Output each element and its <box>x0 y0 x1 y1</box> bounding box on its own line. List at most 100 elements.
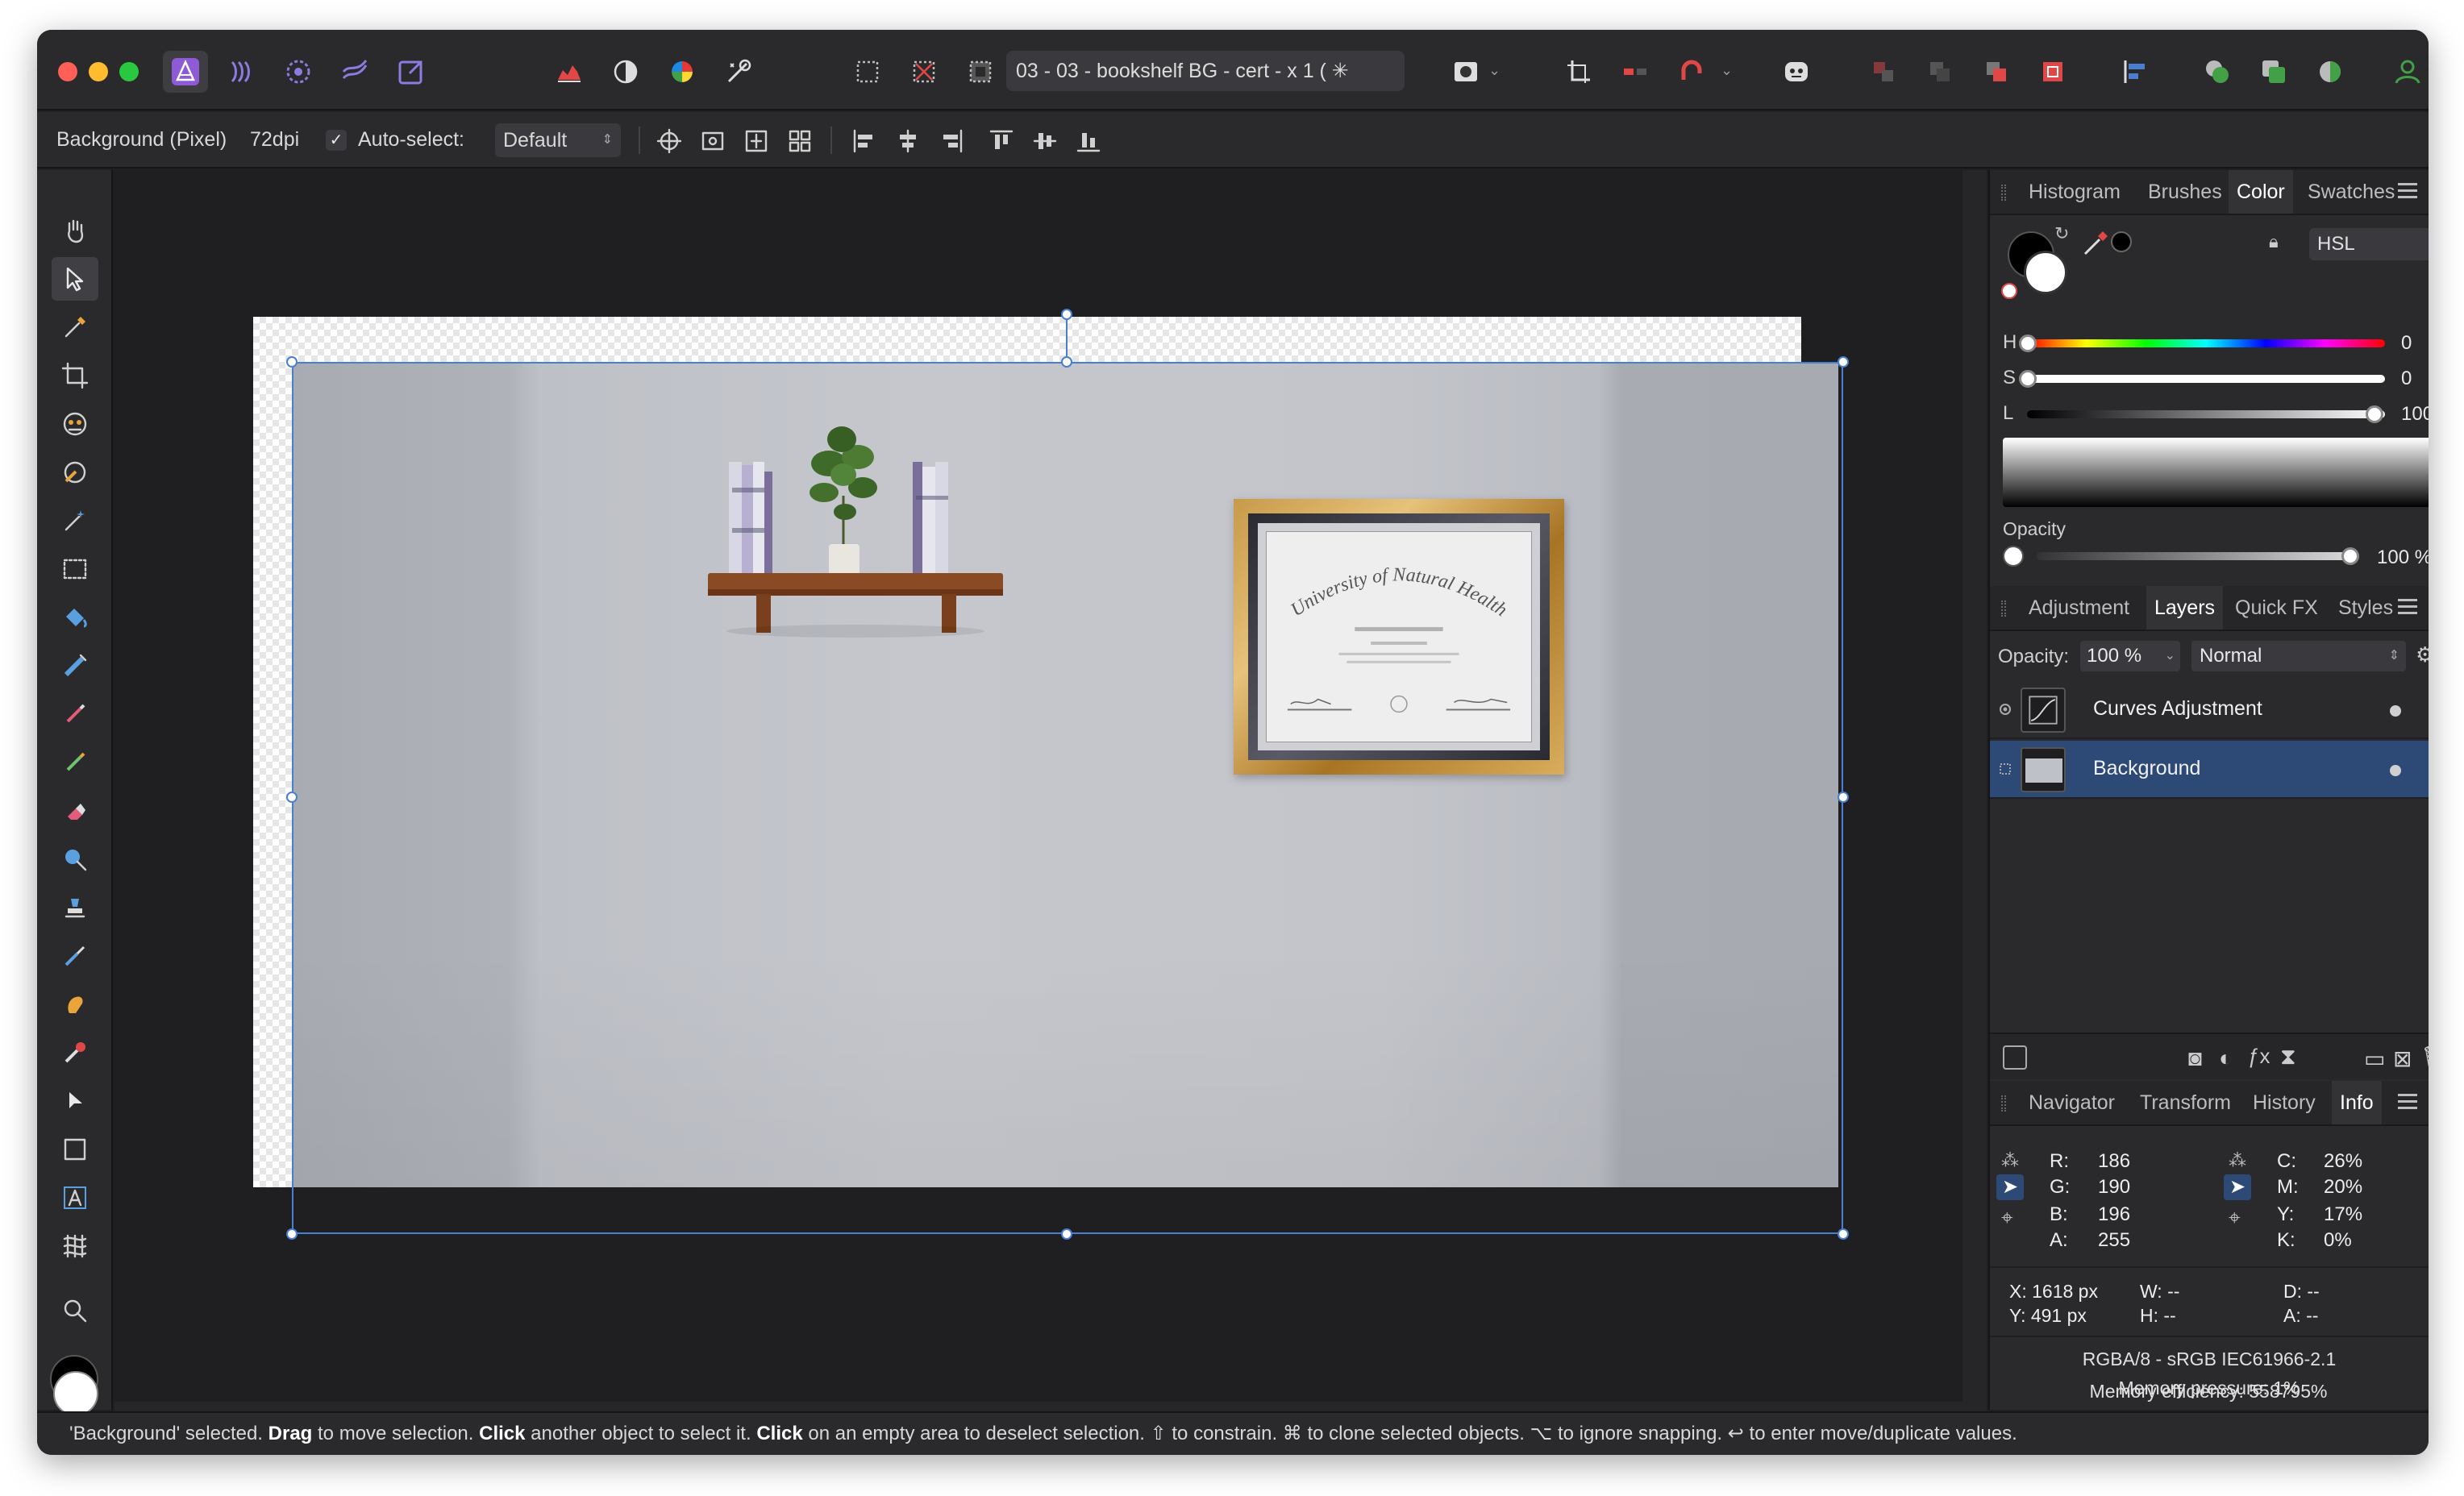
vertical-scrollbar[interactable] <box>1962 170 1987 1402</box>
panel-menu-icon[interactable] <box>2398 1094 2417 1112</box>
smudge-tool-icon[interactable] <box>52 983 98 1026</box>
resize-handle-left[interactable] <box>286 792 298 803</box>
pixel-tool-icon[interactable] <box>52 741 98 784</box>
crosshair-icon[interactable]: ⌖ <box>2229 1205 2241 1231</box>
panel-grip-icon[interactable] <box>2001 1095 2006 1112</box>
tone-mapping-persona-icon[interactable] <box>332 51 377 93</box>
transform-origin-icon[interactable] <box>653 125 685 157</box>
auto-select-dropdown[interactable]: Default ⇕ <box>495 123 621 157</box>
pointer-sample-icon[interactable]: ➤ <box>1996 1174 2024 1200</box>
folder-icon[interactable]: ▭ <box>2364 1045 2385 1072</box>
lightness-value[interactable]: 100 <box>2395 401 2429 428</box>
gradient-tool-icon[interactable] <box>52 644 98 688</box>
hue-value[interactable]: 0 <box>2395 330 2429 357</box>
levels-icon[interactable] <box>547 51 592 93</box>
tab-adjustment[interactable]: Adjustment <box>2021 586 2137 630</box>
paint-brush-tool-icon[interactable] <box>52 692 98 736</box>
tab-color[interactable]: Color <box>2229 170 2293 214</box>
lock-icon[interactable]: 🔒︎ <box>2269 231 2279 252</box>
panel-grip-icon[interactable] <box>2001 600 2006 617</box>
tab-info[interactable]: Info <box>2332 1081 2382 1124</box>
color-mode-dropdown[interactable]: HSL ⇕ <box>2309 228 2429 260</box>
color-picker-tool-icon[interactable] <box>52 305 98 349</box>
hue-slider[interactable] <box>2027 339 2385 347</box>
move-back-icon[interactable] <box>1861 51 1906 93</box>
boolean-intersect-icon[interactable] <box>2308 51 2353 93</box>
show-selection-box-icon[interactable] <box>697 125 729 157</box>
photo-persona-icon[interactable] <box>163 51 208 93</box>
document-title[interactable]: 03 - 03 - bookshelf BG - cert - x 1 ( ✳ <box>1006 51 1405 91</box>
crop-tool-icon[interactable] <box>52 354 98 397</box>
saturation-value[interactable]: 0 <box>2395 365 2429 393</box>
auto-adjust-icon[interactable] <box>716 51 761 93</box>
clone-tool-icon[interactable] <box>52 886 98 929</box>
resize-handle-right[interactable] <box>1838 792 1849 803</box>
panel-menu-icon[interactable] <box>2398 599 2417 617</box>
fx-icon[interactable]: ƒx <box>2248 1044 2270 1069</box>
hue-slider-knob[interactable] <box>2019 335 2037 352</box>
close-window-button[interactable] <box>58 62 77 81</box>
color-opacity-value[interactable]: 100 % <box>2370 544 2429 571</box>
invert-selection-icon[interactable] <box>958 51 1003 93</box>
hsl-adjustment-icon[interactable] <box>660 51 705 93</box>
snap-dropdown-icon[interactable]: ⌄ <box>1721 62 1737 78</box>
boolean-subtract-icon[interactable] <box>2251 51 2296 93</box>
minimize-window-button[interactable] <box>89 62 108 81</box>
grid-transform-icon[interactable] <box>784 125 816 157</box>
crosshair-icon[interactable]: ⌖ <box>2001 1205 2013 1231</box>
tab-layers[interactable]: Layers <box>2146 586 2224 630</box>
quick-mask-dropdown-icon[interactable]: ⌄ <box>1488 62 1505 78</box>
align-middle-icon[interactable] <box>1029 125 1061 157</box>
panel-grip-icon[interactable] <box>2001 185 2006 201</box>
tab-styles[interactable]: Styles <box>2330 586 2401 630</box>
secondary-color-well[interactable] <box>53 1371 98 1416</box>
opacity-slider[interactable] <box>2037 552 2359 560</box>
stroke-color-well[interactable] <box>2024 251 2067 294</box>
align-right-icon[interactable] <box>935 125 968 157</box>
zoom-tool-icon[interactable] <box>52 1289 98 1332</box>
color-preview-box[interactable] <box>2003 438 2429 507</box>
zoom-window-button[interactable] <box>119 62 139 81</box>
saturation-slider[interactable] <box>2027 375 2385 383</box>
develop-persona-icon[interactable] <box>276 51 321 93</box>
picked-color-swatch[interactable] <box>2111 231 2132 252</box>
tab-histogram[interactable]: Histogram <box>2021 170 2129 214</box>
tab-transform[interactable]: Transform <box>2132 1081 2239 1124</box>
white-balance-icon[interactable] <box>603 51 648 93</box>
color-mode-cmyk-icon[interactable]: ⁂ <box>2229 1150 2246 1171</box>
live-filter-icon[interactable]: ⧗ <box>2280 1044 2296 1070</box>
move-backward-icon[interactable] <box>1917 51 1962 93</box>
select-all-icon[interactable] <box>845 51 890 93</box>
export-persona-icon[interactable] <box>389 51 434 93</box>
adjustment-layer-icon[interactable]: ◐ <box>2219 1045 2233 1071</box>
tab-swatches[interactable]: Swatches <box>2300 170 2403 214</box>
text-tool-icon[interactable] <box>52 1176 98 1220</box>
gear-icon[interactable]: ⚙ <box>2416 642 2429 667</box>
auto-select-checkbox[interactable]: ✓ <box>326 130 347 151</box>
dodge-tool-icon[interactable] <box>52 837 98 881</box>
layer-options-icon[interactable] <box>2003 1045 2027 1070</box>
move-tool-icon[interactable] <box>52 257 98 301</box>
align-top-icon[interactable] <box>985 125 1018 157</box>
visibility-toggle-icon[interactable] <box>1998 762 2012 776</box>
horizontal-scrollbar[interactable] <box>114 1402 1987 1411</box>
blend-mode-dropdown[interactable]: Normal ⇕ <box>2191 641 2406 671</box>
healing-brush-tool-icon[interactable] <box>52 934 98 978</box>
pointer-sample-icon[interactable]: ➤ <box>2224 1174 2251 1200</box>
color-mode-rgb-icon[interactable]: ⁂ <box>2001 1150 2019 1171</box>
deselect-icon[interactable] <box>901 51 947 93</box>
no-color-icon[interactable] <box>2001 283 2017 299</box>
account-icon[interactable] <box>2390 51 2425 93</box>
tab-history[interactable]: History <box>2245 1081 2324 1124</box>
align-bottom-icon[interactable] <box>1072 125 1105 157</box>
mesh-warp-tool-icon[interactable] <box>52 1224 98 1268</box>
boolean-add-icon[interactable] <box>2195 51 2240 93</box>
resize-handle-bottom-left[interactable] <box>286 1228 298 1240</box>
erase-brush-tool-icon[interactable] <box>52 789 98 833</box>
new-pixel-layer-icon[interactable]: ⊠ <box>2393 1045 2412 1072</box>
tab-quick-fx[interactable]: Quick FX <box>2227 586 2326 630</box>
saturation-slider-knob[interactable] <box>2019 370 2037 388</box>
selection-brush-tool-icon[interactable] <box>52 402 98 446</box>
visibility-toggle-icon[interactable] <box>1998 702 2012 717</box>
layer-row-background[interactable]: Background <box>1990 741 2429 799</box>
